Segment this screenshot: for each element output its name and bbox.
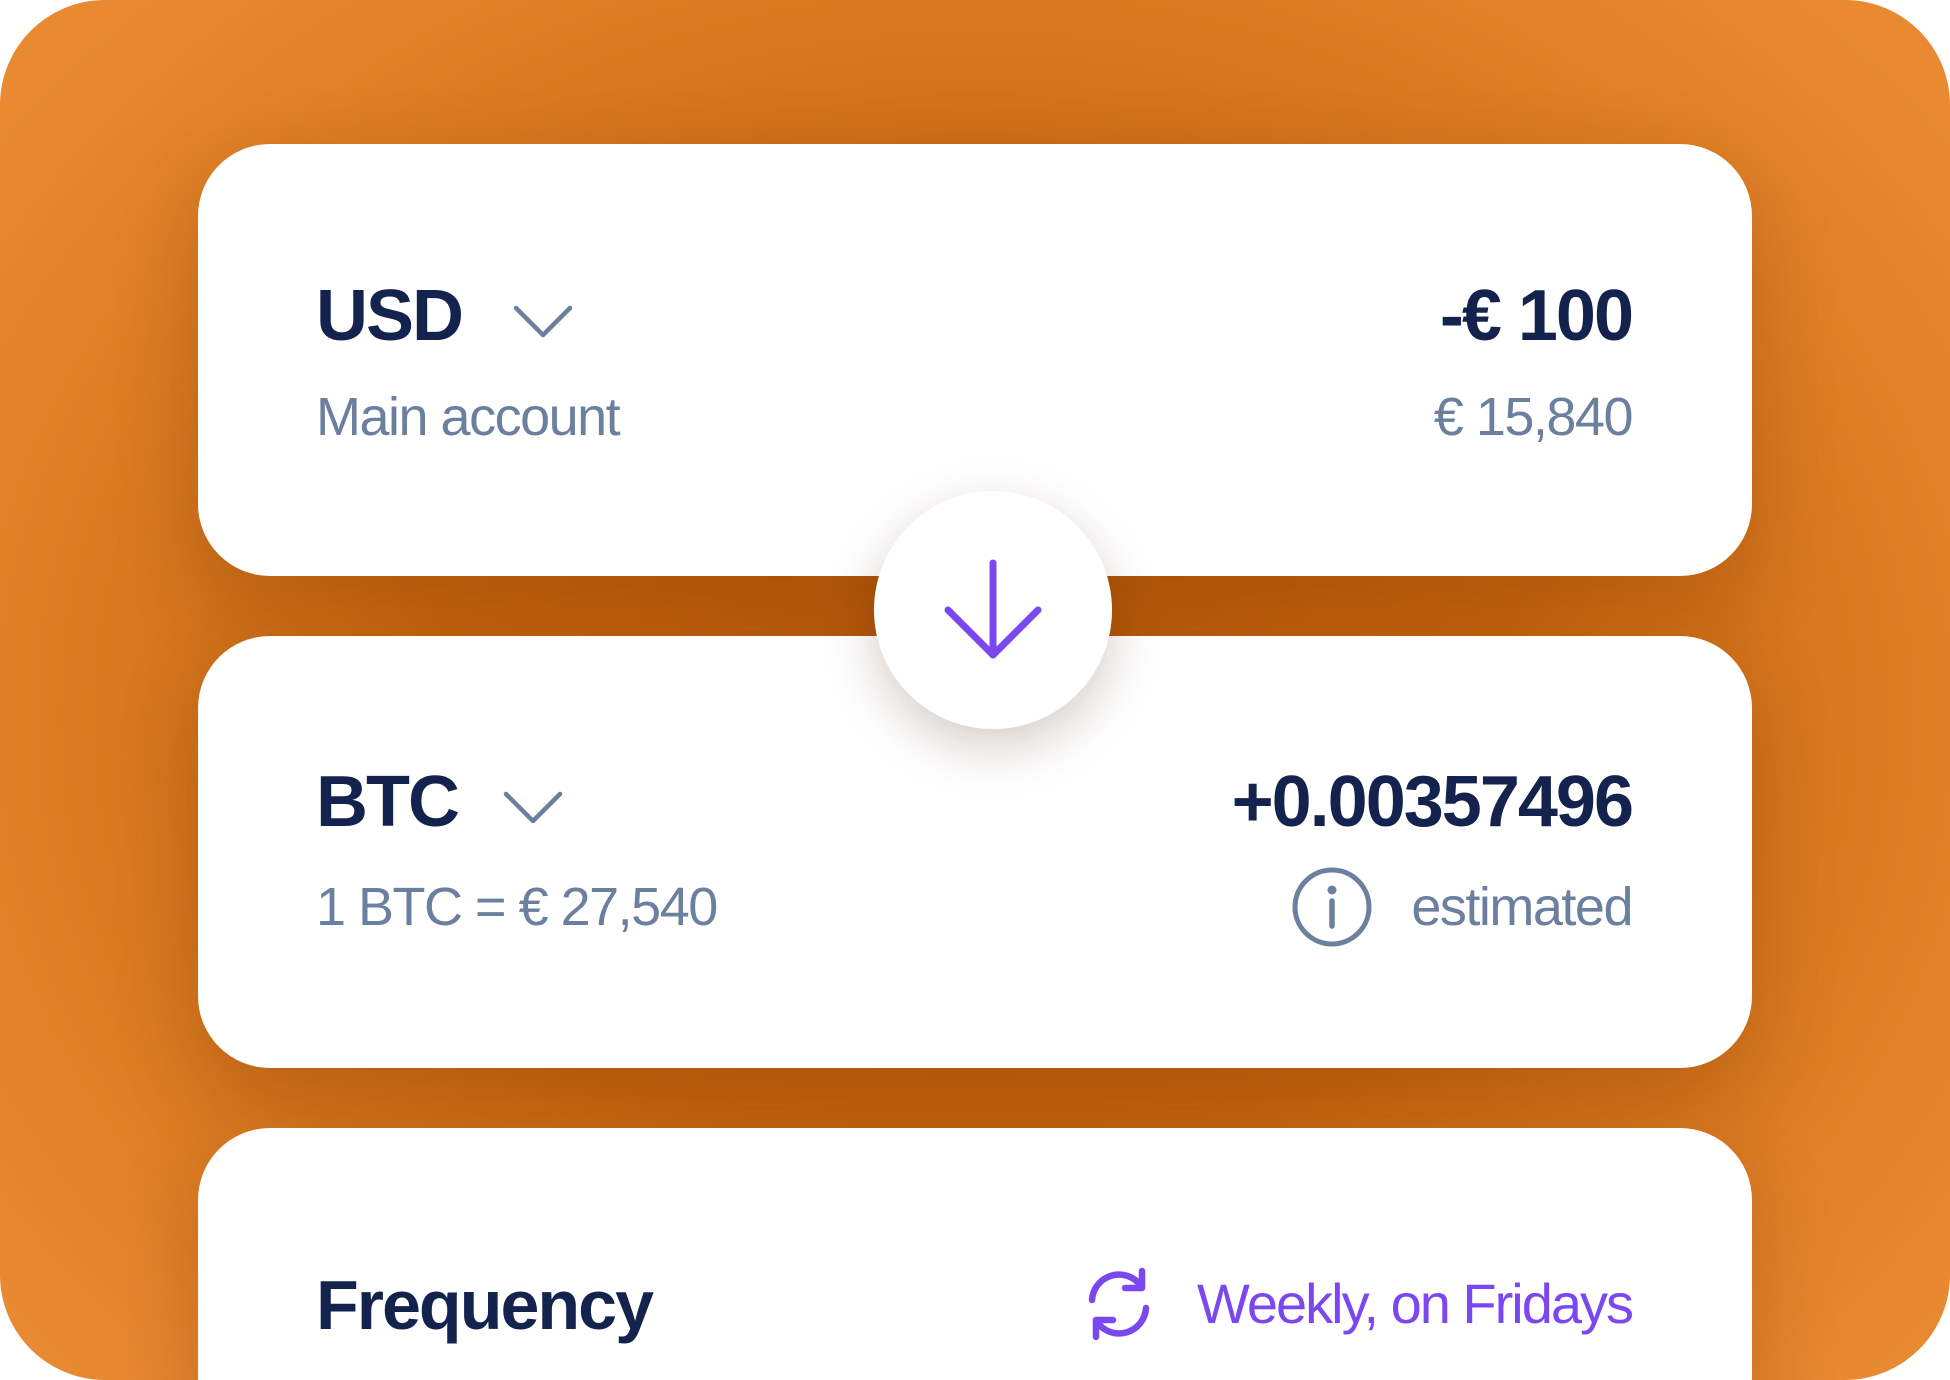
frequency-card[interactable]: Frequency Weekly, on Fridays [198, 1128, 1752, 1380]
refresh-icon [1088, 1267, 1150, 1341]
from-currency-code[interactable]: USD [316, 280, 464, 352]
estimated-label: estimated [1411, 877, 1633, 937]
from-amount[interactable]: -€ 100 [1440, 280, 1634, 352]
frequency-value[interactable]: Weekly, on Fridays [1197, 1276, 1634, 1332]
from-balance: € 15,840 [1433, 387, 1634, 447]
estimate-note: estimated [1291, 864, 1633, 950]
frequency-title: Frequency [316, 1266, 654, 1344]
exchange-rate: 1 BTC = € 27,540 [316, 877, 718, 937]
from-account-label: Main account [316, 387, 621, 447]
to-amount: +0.00357496 [1231, 762, 1634, 842]
chevron-down-icon[interactable] [500, 788, 566, 828]
to-currency-code[interactable]: BTC [316, 766, 460, 838]
chevron-down-icon[interactable] [510, 302, 576, 342]
info-icon[interactable] [1291, 866, 1373, 948]
arrow-down-icon [944, 559, 1042, 659]
app-frame: USD Main account -€ 100 € 15,840 BTC 1 B… [0, 0, 1950, 1380]
swap-direction-button[interactable] [874, 491, 1112, 729]
frequency-selector[interactable]: Weekly, on Fridays [1079, 1258, 1634, 1350]
